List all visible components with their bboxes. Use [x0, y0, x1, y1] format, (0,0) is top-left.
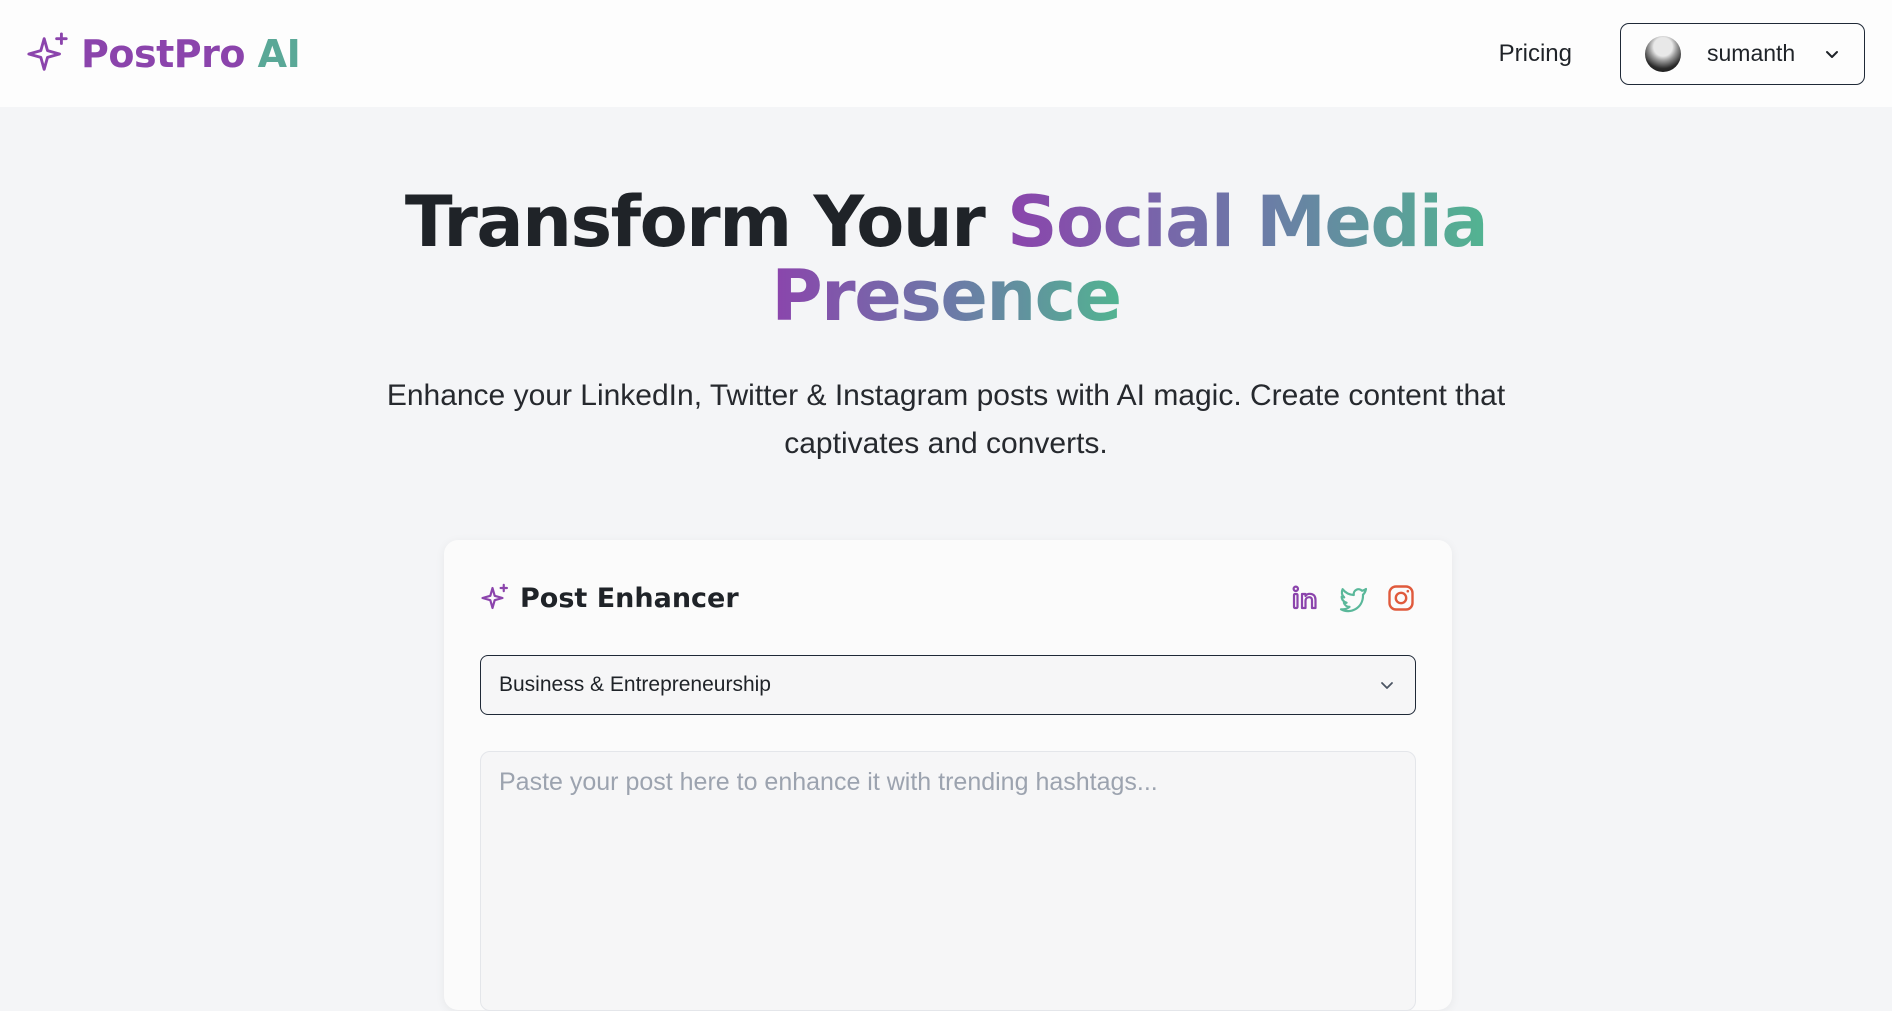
brand-name-part1: PostPro [81, 31, 245, 76]
instagram-icon[interactable] [1386, 583, 1416, 613]
twitter-icon[interactable] [1338, 583, 1368, 613]
hero-title-highlight-2: Presence [771, 255, 1122, 337]
linkedin-icon[interactable] [1290, 583, 1320, 613]
sparkle-icon [481, 583, 508, 610]
category-select[interactable]: Business & Entrepreneurship [480, 655, 1416, 715]
category-select-value: Business & Entrepreneurship [499, 673, 771, 696]
post-input[interactable] [480, 751, 1416, 1011]
card-title-wrap: Post Enhancer [480, 583, 739, 614]
brand-name: PostPro AI [81, 31, 301, 76]
chevron-down-icon [1381, 682, 1393, 689]
user-name: sumanth [1707, 40, 1796, 66]
hero-title: Transform Your Social Media Presence [0, 185, 1892, 333]
brand-name-part2: AI [257, 31, 301, 76]
post-enhancer-card: Post Enhancer Business & Entrepreneurshi… [444, 540, 1452, 1011]
pricing-link[interactable]: Pricing [1499, 40, 1572, 68]
sparkle-icon [27, 31, 68, 71]
user-menu-button[interactable]: sumanth [1620, 22, 1865, 85]
top-navbar: PostPro AI Pricing sumanth [0, 0, 1892, 107]
nav-right: Pricing sumanth [1499, 22, 1867, 85]
hero-title-highlight-1: Social Media [1007, 181, 1489, 263]
card-title: Post Enhancer [520, 582, 739, 614]
chevron-down-icon [1826, 50, 1838, 58]
hero-title-plain: Transform Your [404, 181, 1008, 263]
user-avatar [1645, 35, 1681, 72]
hero-subtitle: Enhance your LinkedIn, Twitter & Instagr… [386, 379, 1506, 460]
card-header: Post Enhancer [480, 580, 1416, 616]
brand-logo[interactable]: PostPro AI [25, 31, 301, 77]
platform-icons [1290, 583, 1416, 613]
